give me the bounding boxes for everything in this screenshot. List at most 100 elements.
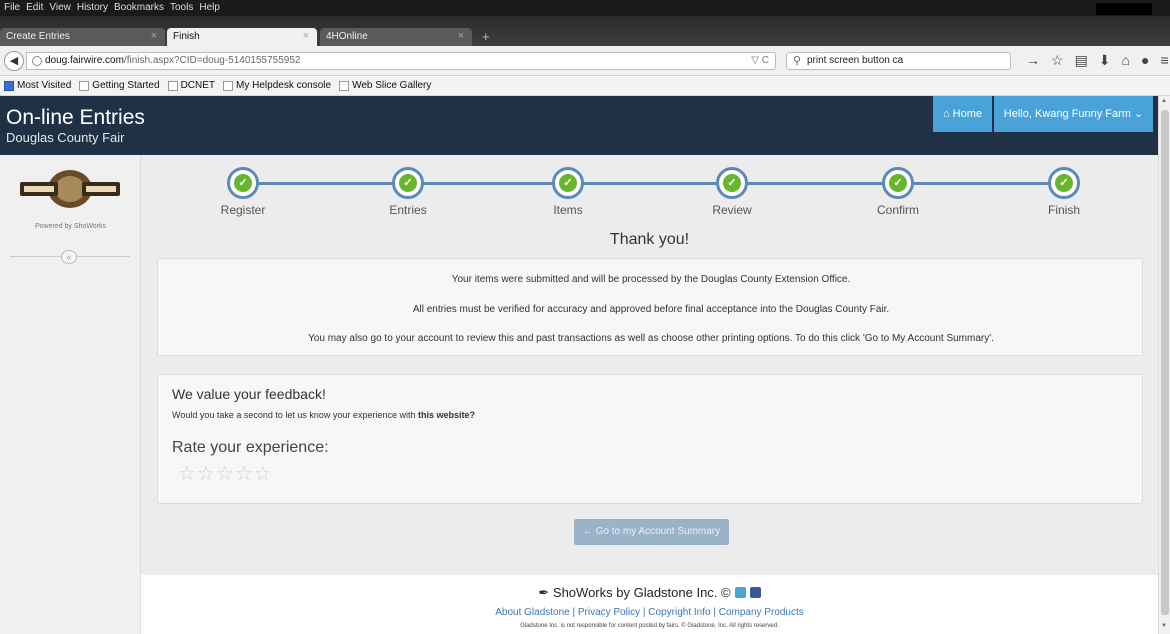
collapse-sidebar-button[interactable]: « <box>61 250 77 264</box>
message-submitted: Your items were submitted and will be pr… <box>451 274 851 285</box>
browser-navbar: ◀ doug.fairwire.com/finish.aspx?CID=doug… <box>0 46 1170 76</box>
browser-menubar: File Edit View History Bookmarks Tools H… <box>0 0 1170 16</box>
browser-tabbar: Create Entries × Finish × 4HOnline × + <box>0 16 1170 46</box>
step-label: Items <box>553 203 583 217</box>
menu-view[interactable]: View <box>49 2 71 13</box>
step-label: Confirm <box>876 203 919 217</box>
tab-label: Create Entries <box>6 31 70 42</box>
message-account: You may also go to your account to revie… <box>308 333 994 344</box>
url-bar[interactable]: doug.fairwire.com/finish.aspx?CID=doug-5… <box>26 52 776 70</box>
twitter-icon[interactable] <box>734 587 746 598</box>
footer-brand-text: ShoWorks by Gladstone Inc. © <box>552 585 731 600</box>
star-icon[interactable]: ☆ <box>254 461 272 486</box>
link-about[interactable]: About Gladstone <box>495 607 570 618</box>
bookmark-web-slice[interactable]: Web Slice Gallery <box>339 80 431 91</box>
progress-steps: ✓ Register ✓ Entries ✓ Items ✓ Review ✓ … <box>141 155 1158 225</box>
user-menu-button[interactable]: Hello, Kwang Funny Farm ⌄ <box>994 96 1153 132</box>
chevron-down-icon: ⌄ <box>1130 108 1144 120</box>
message-verification: All entries must be verified for accurac… <box>412 304 890 315</box>
scroll-down-icon[interactable]: ▼ <box>1161 623 1167 629</box>
bookmark-star-icon[interactable]: ☆ <box>1051 52 1064 69</box>
star-icon[interactable]: ☆ <box>235 461 253 486</box>
check-icon: ✓ <box>1055 174 1073 192</box>
tab-label: 4HOnline <box>326 31 368 42</box>
page-scrollbar[interactable]: ▲ ▼ <box>1158 96 1170 634</box>
home-icon[interactable]: ⌂ <box>1122 52 1130 69</box>
step-circle: ✓ <box>882 167 914 199</box>
check-icon: ✓ <box>723 174 741 192</box>
step-circle: ✓ <box>392 167 424 199</box>
star-icon[interactable]: ☆ <box>178 461 196 486</box>
close-icon[interactable]: × <box>151 30 157 42</box>
search-value: print screen button ca <box>807 55 904 66</box>
page-body: Powered by ShoWorks « ✓ Register ✓ Entri… <box>0 155 1158 634</box>
bookmark-most-visited[interactable]: Most Visited <box>4 80 71 91</box>
bookmark-icon <box>167 80 178 91</box>
footer-links: About Gladstone | Privacy Policy | Copyr… <box>495 607 804 618</box>
feedback-question: Would you take a second to let us know y… <box>172 410 475 420</box>
thank-you-heading: Thank you! <box>609 231 690 248</box>
back-button[interactable]: ◀ <box>4 51 24 71</box>
page-subtitle: Douglas County Fair <box>6 130 125 145</box>
account-summary-label: Go to my Account Summary <box>595 526 721 537</box>
close-icon[interactable]: × <box>303 30 309 42</box>
chat-icon[interactable]: ● <box>1141 52 1149 69</box>
page-title: On-line Entries <box>6 106 145 129</box>
menu-bookmarks[interactable]: Bookmarks <box>114 2 164 13</box>
search-input[interactable]: ⚲ print screen button ca <box>786 52 1011 70</box>
bookmark-icon <box>223 80 234 91</box>
home-icon: ⌂ <box>942 108 953 120</box>
footer: ✒ ShoWorks by Gladstone Inc. © About Gla… <box>141 575 1158 634</box>
account-summary-button[interactable]: ← Go to my Account Summary <box>574 519 729 545</box>
feedback-panel: We value your feedback! Would you take a… <box>157 374 1143 504</box>
bookmark-label: Getting Started <box>92 80 160 91</box>
feedback-title: We value your feedback! <box>172 386 326 402</box>
step-label: Finish <box>1047 203 1080 217</box>
tab-4honline[interactable]: 4HOnline × <box>320 28 472 46</box>
menu-help[interactable]: Help <box>199 2 220 13</box>
close-icon[interactable]: × <box>458 30 464 42</box>
bookmark-icon <box>339 80 350 91</box>
user-label: Hello, Kwang Funny Farm <box>1003 108 1131 120</box>
star-icon[interactable]: ☆ <box>197 461 215 486</box>
bookmark-getting-started[interactable]: Getting Started <box>79 80 160 91</box>
step-label: Entries <box>389 203 427 217</box>
go-arrow-icon[interactable]: → <box>1026 52 1040 69</box>
bookmark-dcnet[interactable]: DCNET <box>167 80 215 91</box>
reading-list-icon[interactable]: ▤ <box>1075 52 1088 69</box>
bookmark-helpdesk[interactable]: My Helpdesk console <box>223 80 331 91</box>
feather-icon: ✒ <box>538 585 553 600</box>
facebook-icon[interactable] <box>749 587 761 598</box>
menu-file[interactable]: File <box>4 2 20 13</box>
check-icon: ✓ <box>889 174 907 192</box>
footer-legal: Gladstone Inc. is not responsible for co… <box>520 623 779 629</box>
star-icon[interactable]: ☆ <box>216 461 234 486</box>
bookmark-icon <box>4 80 14 91</box>
link-privacy[interactable]: Privacy Policy <box>578 607 640 618</box>
menu-history[interactable]: History <box>77 2 108 13</box>
tab-create-entries[interactable]: Create Entries × <box>0 28 165 46</box>
scroll-up-icon[interactable]: ▲ <box>1161 98 1167 104</box>
arrow-left-icon: ← <box>582 526 596 537</box>
step-label: Review <box>712 203 752 217</box>
menu-tools[interactable]: Tools <box>170 2 193 13</box>
bookmarks-bar: Most Visited Getting Started DCNET My He… <box>0 76 1170 96</box>
footer-brand: ✒ ShoWorks by Gladstone Inc. © <box>141 585 1158 601</box>
search-icon: ⚲ <box>793 55 802 67</box>
new-tab-button[interactable]: + <box>482 29 490 44</box>
home-button[interactable]: ⌂ Home <box>933 96 992 132</box>
tab-finish[interactable]: Finish × <box>167 28 317 46</box>
menu-edit[interactable]: Edit <box>26 2 43 13</box>
home-label: Home <box>952 108 983 120</box>
rate-label: Rate your experience: <box>172 439 329 456</box>
link-copyright[interactable]: Copyright Info <box>648 607 710 618</box>
site-header: On-line Entries Douglas County Fair ⌂ Ho… <box>0 96 1158 155</box>
tab-label: Finish <box>173 31 200 42</box>
link-products[interactable]: Company Products <box>719 607 804 618</box>
globe-icon <box>32 56 42 66</box>
bookmark-icon <box>79 80 90 91</box>
scroll-thumb[interactable] <box>1161 110 1169 615</box>
hamburger-menu-icon[interactable]: ≡ <box>1160 52 1168 69</box>
download-icon[interactable]: ⬇ <box>1099 52 1111 69</box>
reload-icon[interactable]: ▽ C <box>751 55 769 66</box>
